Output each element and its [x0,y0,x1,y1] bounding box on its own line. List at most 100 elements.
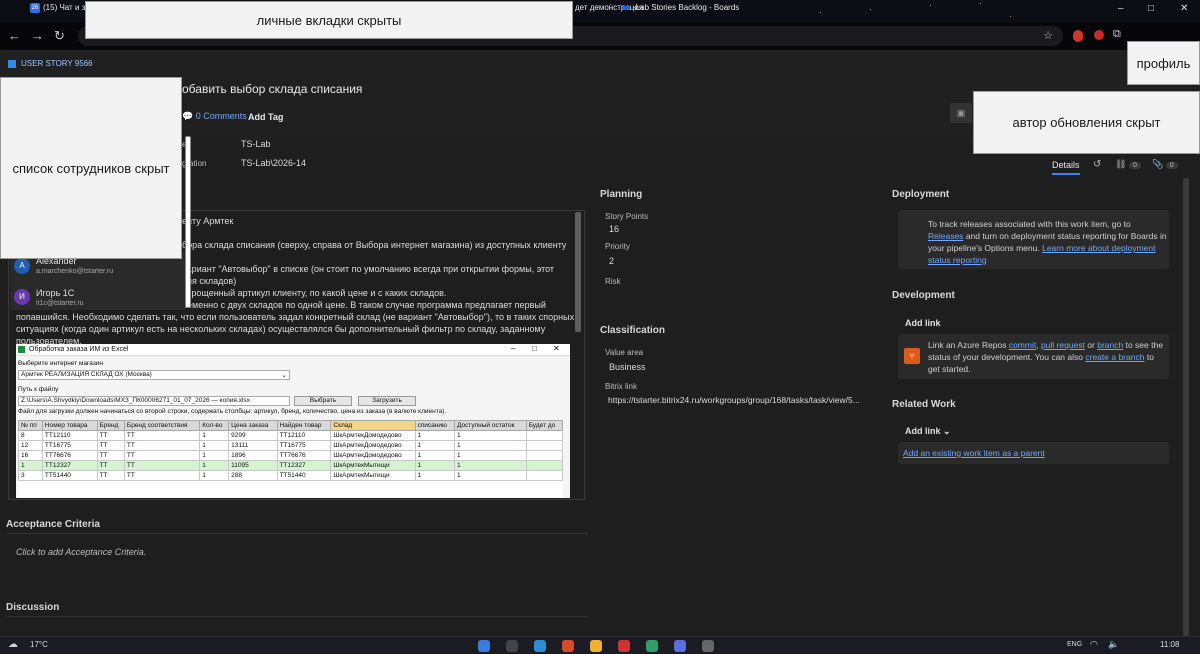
shop-label: Выберите интернет магазин [18,360,104,367]
development-add-link[interactable]: Add link [905,318,941,328]
shop-select: Армтек РЕАЛИЗАЦИЯ СКЛАД ОХ (Москва) ⌄ [18,370,290,380]
branch-link[interactable]: branch [1097,340,1123,350]
priority-value[interactable]: 2 [609,256,614,266]
table-cell [525,430,563,441]
classification-title: Classification [600,325,666,336]
weather-icon[interactable]: ☁ [8,639,18,650]
person-name[interactable]: Игорь 1С [36,288,74,298]
links-tab[interactable]: ⛓ 0 [1115,159,1141,170]
people-list-scrollbar[interactable] [185,136,191,308]
app-icon[interactable] [646,640,658,652]
table-cell: ШкАрмтекМытищи [330,460,416,471]
clock: 11:08 [1160,640,1180,649]
bitrix-link-label: Bitrix link [605,382,638,391]
weather-temp: 17°C [30,640,48,649]
person-email: it1c@tstarter.ru [36,300,84,307]
browser-tab-boards[interactable]: -Lab Stories Backlog - Boards [622,3,739,17]
iteration-value[interactable]: TS-Lab\2026-14 [241,158,306,168]
add-tag-button[interactable]: Add Tag [248,112,283,122]
app-icon[interactable] [702,640,714,652]
extension-icon[interactable] [1073,30,1083,42]
language-indicator[interactable]: ENG [1067,641,1082,648]
table-cell: TT [123,430,201,441]
related-work-title: Related Work [892,399,956,410]
windows-taskbar: ☁ 17°C ENG ◠ 🔈 11:08 [0,636,1200,654]
search-icon[interactable] [506,640,518,652]
forward-button[interactable]: → [31,28,44,43]
avatar: И [14,289,30,305]
commit-link[interactable]: commit [1009,340,1036,350]
value-area-value[interactable]: Business [609,362,646,372]
table-header-cell: списанию [414,420,455,431]
maximize-button[interactable]: □ [1148,3,1154,14]
explorer-icon[interactable] [590,640,602,652]
back-button[interactable]: ← [8,28,21,43]
chat-icon: 26 [30,3,40,13]
details-scrollbar[interactable] [1183,178,1189,636]
save-icon[interactable]: ▣ [950,103,972,123]
employees-hidden-overlay: список сотрудников скрыт [0,77,182,259]
tab-details[interactable]: Details [1052,160,1080,175]
bookmark-star-icon[interactable]: ☆ [1043,29,1053,42]
table-header-cell: Цена заказа [228,420,278,431]
table-cell: TT [96,460,125,471]
story-points-value[interactable]: 16 [609,224,619,234]
releases-link[interactable]: Releases [928,231,963,241]
related-add-link[interactable]: Add link ⌄ [905,426,951,437]
start-icon[interactable] [478,640,490,652]
table-cell: TT51440 [41,470,98,481]
table-cell: 1 [414,430,455,441]
pull-request-link[interactable]: pull request [1041,340,1085,350]
volume-icon[interactable]: 🔈 [1108,639,1119,650]
chevron-down-icon: ⌄ [943,426,951,436]
work-item-type[interactable]: USER STORY 9566 [21,59,93,68]
extension-icon[interactable] [1094,30,1104,40]
area-value[interactable]: TS-Lab [241,139,271,149]
embedded-screenshot: Обработка заказа ИМ из Excel – □ ✕ Выбер… [16,344,570,498]
description-line: вариант "Автовыбор" в списке (он стоит п… [182,264,555,274]
table-cell [525,450,563,461]
chrome-icon[interactable] [562,640,574,652]
table-cell: 1 [199,440,230,451]
comments-link[interactable]: 💬 0 Comments [182,111,247,122]
acceptance-criteria-input[interactable]: Click to add Acceptance Criteria. [16,547,146,557]
minimize-button[interactable]: – [1118,3,1124,14]
description-scrollbar[interactable] [575,212,581,332]
app-icon[interactable] [618,640,630,652]
priority-label: Priority [605,242,630,251]
add-existing-item-link[interactable]: Add an existing work item as a parent [903,448,1045,458]
table-row: 12 TT16775 TT TT 1 13111 TT16775 ШкАрмтекДомоде… [18,440,563,451]
attachments-tab[interactable]: 📎 0 [1152,159,1178,170]
divider [6,533,588,534]
table-cell: 1 [199,470,230,481]
table-cell: TT [96,450,125,461]
profile-overlay: профиль [1127,41,1200,85]
work-item-title[interactable]: обавить выбор склада списания [182,82,362,96]
history-icon[interactable]: ↺ [1093,159,1101,170]
edge-icon[interactable] [534,640,546,652]
table-header-cell: Будет до [525,420,563,431]
teams-icon[interactable] [674,640,686,652]
table-cell: 288 [228,470,278,481]
table-cell: TT16775 [41,440,98,451]
deployment-title: Deployment [892,189,950,200]
table-cell: 3 [18,470,43,481]
tabs-hidden-overlay: личные вкладки скрыты [85,1,573,39]
table-cell: 1 [453,440,527,451]
create-branch-link[interactable]: create a branch [1085,352,1144,362]
table-header-cell: № пп [18,420,43,431]
close-window-button[interactable]: ✕ [1180,3,1188,14]
reload-button[interactable]: ↻ [54,28,65,44]
wifi-icon[interactable]: ◠ [1090,639,1098,650]
discussion-title: Discussion [6,602,60,613]
browser-tab-chat[interactable]: 26 (15) Чат и зв [30,3,90,17]
risk-label: Risk [605,277,621,286]
bitrix-link-value[interactable]: https://tstarter.bitrix24.ru/workgroups/… [608,395,860,405]
table-cell: 1 [453,470,527,481]
table-cell: 13111 [228,440,278,451]
hint-text: Файл для загрузки должен начинаться со в… [18,408,447,415]
extensions-puzzle-icon[interactable]: ⧉ [1113,28,1121,41]
table-cell: TT [123,440,201,451]
table-cell: 9299 [228,430,278,441]
person-email: a.marchenko@tstarter.ru [36,268,114,275]
